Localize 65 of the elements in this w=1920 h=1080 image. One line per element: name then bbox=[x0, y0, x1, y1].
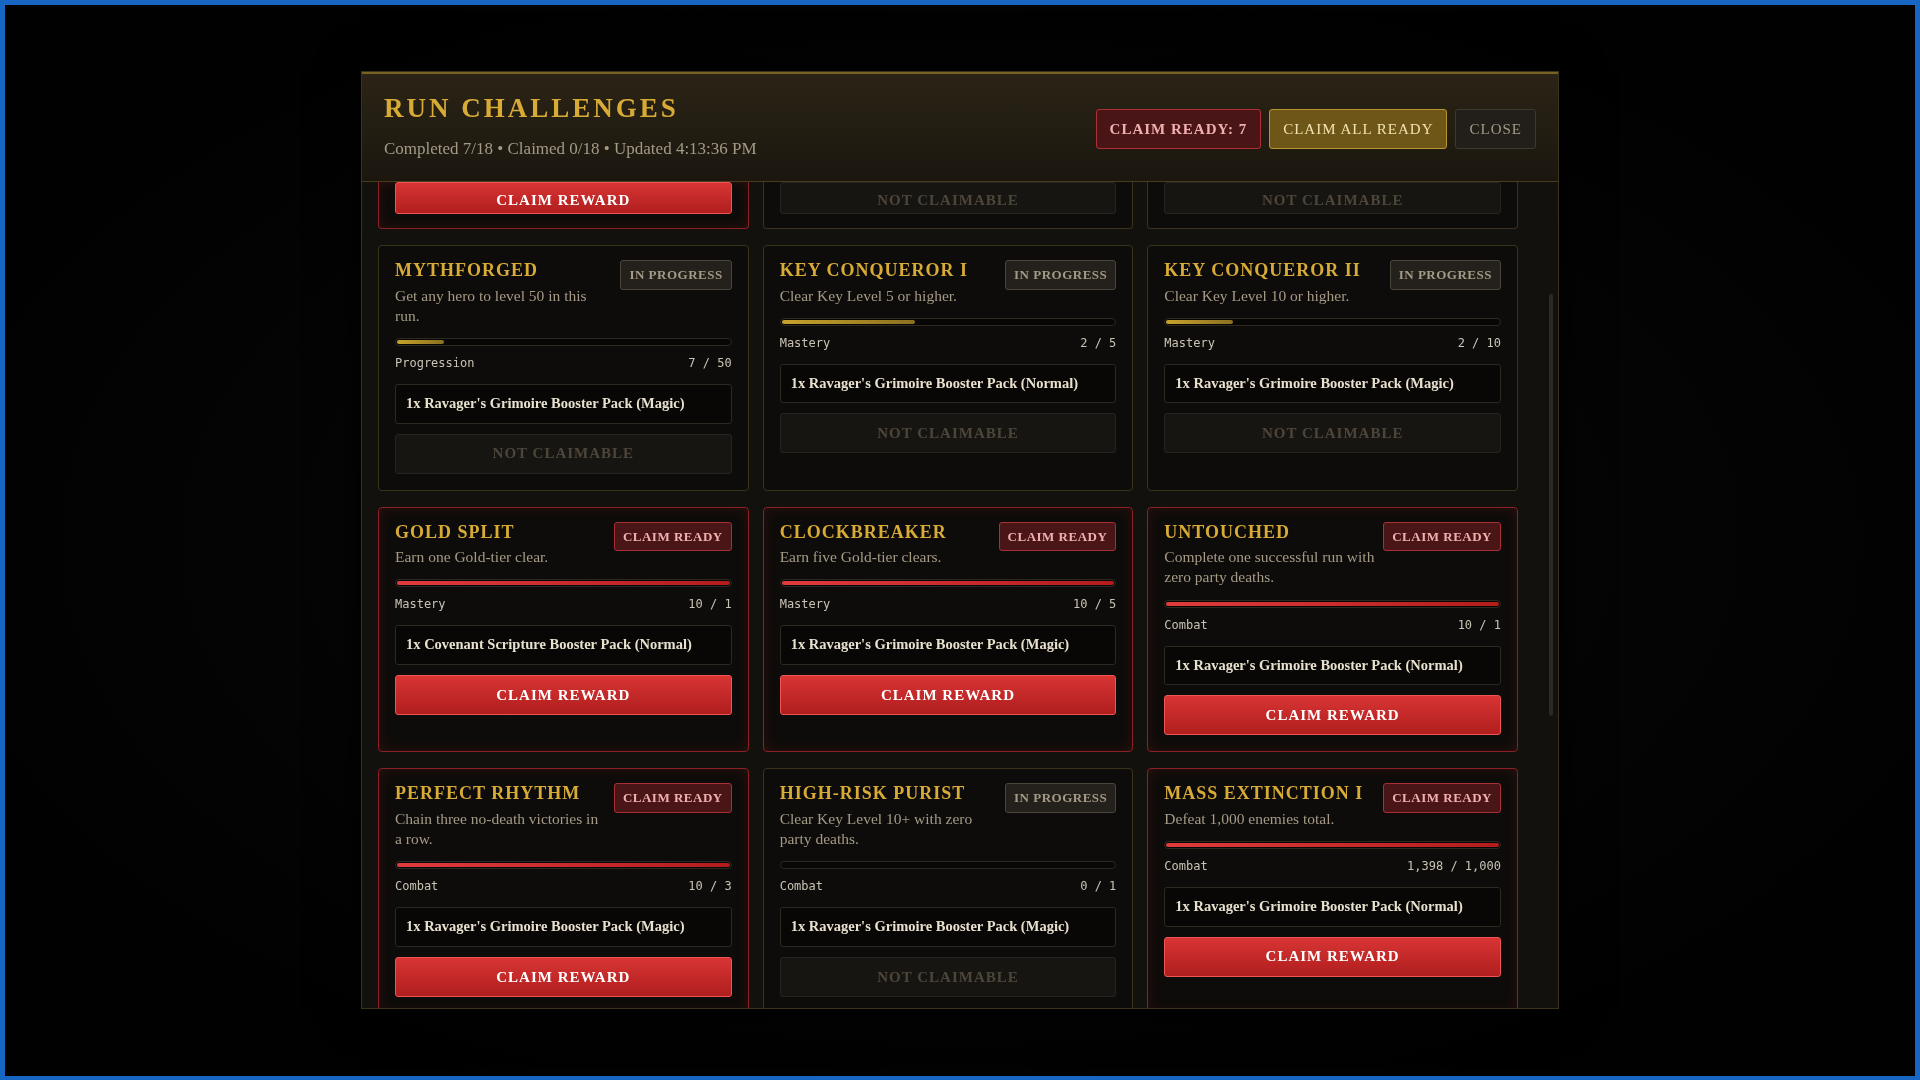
reward-text: 1x Covenant Scripture Booster Pack (Normal) bbox=[395, 625, 732, 666]
progress-count: 10 / 1 bbox=[688, 596, 732, 614]
close-button[interactable]: CLOSE bbox=[1455, 109, 1536, 149]
claim-all-button[interactable]: CLAIM ALL READY bbox=[1269, 109, 1448, 149]
challenge-title: MASS EXTINCTION I bbox=[1164, 783, 1364, 805]
claim-reward-button[interactable]: CLAIM REWARD bbox=[395, 182, 732, 214]
status-badge: CLAIM READY bbox=[998, 521, 1117, 552]
challenge-description: Get any hero to level 50 in this run. bbox=[395, 285, 588, 326]
challenge-description: Complete one successful run with zero party deaths. bbox=[1164, 547, 1376, 588]
challenge-title: UNTOUCHED bbox=[1164, 521, 1291, 544]
status-badge: IN PROGRESS bbox=[1005, 783, 1117, 813]
progress-count: 10 / 3 bbox=[688, 878, 732, 896]
challenge-title: PERFECT RHYTHM bbox=[395, 783, 582, 805]
category-label: Mastery bbox=[1164, 334, 1215, 352]
claim-reward-button[interactable]: CLAIM REWARD bbox=[395, 956, 732, 997]
challenge-description: Clear Key Level 10+ with zero party deaths. bbox=[779, 808, 974, 849]
category-label: Combat bbox=[395, 878, 439, 896]
category-label: Combat bbox=[1164, 858, 1208, 875]
category-label: Combat bbox=[1164, 616, 1208, 634]
challenge-description: Chain three no-death victories in a row. bbox=[395, 808, 600, 849]
dialog-title: RUN CHALLENGES bbox=[384, 94, 680, 124]
reward-text: 1x Ravager's Grimoire Booster Pack (Normal) bbox=[1164, 645, 1501, 686]
challenge-title: GOLD SPLIT bbox=[395, 521, 516, 544]
category-label: Progression bbox=[395, 354, 475, 372]
progress-count: 10 / 1 bbox=[1457, 616, 1501, 634]
challenge-description: Earn one Gold-tier clear. bbox=[395, 547, 549, 568]
summary-text: Completed 7/18 • Claimed 0/18 • Updated 4:13:36 PM bbox=[384, 137, 757, 160]
status-badge: IN PROGRESS bbox=[1389, 260, 1501, 290]
challenge-description: Clear Key Level 10 or higher. bbox=[1164, 285, 1351, 306]
reward-text: 1x Ravager's Grimoire Booster Pack (Magic) bbox=[395, 383, 732, 424]
reward-text: 1x Ravager's Grimoire Booster Pack (Magic) bbox=[779, 907, 1117, 947]
status-badge: CLAIM READY bbox=[613, 783, 732, 813]
challenge-title: KEY CONQUEROR I bbox=[779, 260, 968, 282]
progress-count: 1,398 / 1,000 bbox=[1407, 858, 1501, 875]
progress-count: 10 / 5 bbox=[1072, 596, 1117, 614]
category-label: Combat bbox=[779, 878, 823, 896]
challenge-description: Clear Key Level 5 or higher. bbox=[779, 285, 958, 306]
status-badge: IN PROGRESS bbox=[1005, 260, 1117, 290]
status-badge: CLAIM READY bbox=[1383, 521, 1501, 552]
challenge-title: HIGH-RISK PURIST bbox=[779, 783, 967, 805]
challenge-description: Defeat 1,000 enemies total. bbox=[1164, 808, 1336, 829]
claim-reward-button[interactable]: CLAIM REWARD bbox=[1164, 936, 1501, 977]
challenge-description: Earn five Gold-tier clears. bbox=[779, 547, 943, 568]
status-badge: CLAIM READY bbox=[613, 521, 732, 552]
claim-ready-count-button[interactable]: CLAIM READY: 7 bbox=[1095, 109, 1262, 149]
category-label: Mastery bbox=[779, 334, 831, 352]
reward-text: 1x Ravager's Grimoire Booster Pack (Normal) bbox=[779, 363, 1117, 404]
reward-text: 1x Ravager's Grimoire Booster Pack (Magic) bbox=[395, 907, 732, 947]
category-label: Mastery bbox=[779, 596, 831, 614]
reward-text: 1x Ravager's Grimoire Booster Pack (Magic) bbox=[1164, 363, 1501, 404]
category-label: Mastery bbox=[395, 596, 446, 614]
progress-count: 7 / 50 bbox=[688, 354, 732, 372]
challenge-title: CLOCKBREAKER bbox=[779, 521, 947, 544]
status-badge: IN PROGRESS bbox=[620, 260, 732, 290]
progress-count: 0 / 1 bbox=[1080, 878, 1117, 896]
challenge-title: MYTHFORGED bbox=[395, 260, 539, 282]
reward-text: 1x Ravager's Grimoire Booster Pack (Magic) bbox=[779, 625, 1117, 666]
claim-reward-button[interactable]: CLAIM REWARD bbox=[1164, 695, 1501, 736]
progress-count: 2 / 10 bbox=[1457, 334, 1501, 352]
challenge-title: KEY CONQUEROR II bbox=[1164, 260, 1361, 282]
reward-text: 1x Ravager's Grimoire Booster Pack (Normal) bbox=[1164, 887, 1501, 927]
claim-reward-button[interactable]: CLAIM REWARD bbox=[395, 675, 732, 716]
claim-reward-button[interactable]: CLAIM REWARD bbox=[779, 675, 1117, 716]
progress-count: 2 / 5 bbox=[1080, 334, 1117, 352]
status-badge: CLAIM READY bbox=[1383, 783, 1501, 813]
